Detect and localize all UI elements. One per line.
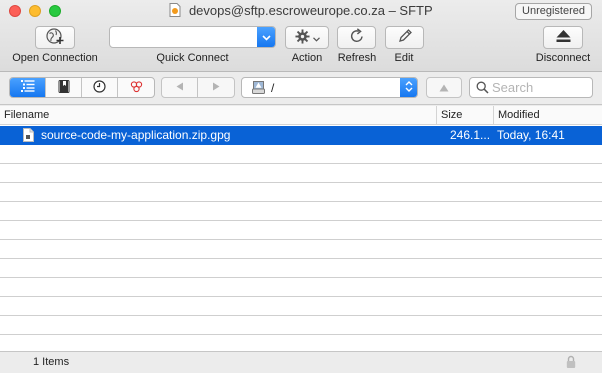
bonjour-view-button[interactable] bbox=[118, 78, 154, 97]
back-button[interactable] bbox=[162, 78, 198, 97]
file-icon bbox=[23, 128, 34, 142]
empty-row bbox=[0, 183, 602, 202]
refresh-button[interactable] bbox=[337, 26, 376, 49]
action-button[interactable] bbox=[285, 26, 329, 49]
empty-row bbox=[0, 240, 602, 259]
path-selector[interactable]: / bbox=[241, 77, 418, 98]
navigation-bar: / bbox=[0, 72, 602, 105]
pencil-icon bbox=[397, 28, 413, 47]
triangle-right-icon bbox=[212, 82, 220, 94]
window-title: devops@sftp.escroweurope.co.za – SFTP bbox=[188, 3, 433, 18]
toolbar: devops@sftp.escroweurope.co.za – SFTP Un… bbox=[0, 0, 602, 72]
column-header-size[interactable]: Size bbox=[436, 106, 493, 125]
search-field[interactable] bbox=[469, 77, 593, 98]
edit-button[interactable] bbox=[385, 26, 424, 49]
empty-row bbox=[0, 278, 602, 297]
disconnect-button[interactable] bbox=[543, 26, 583, 49]
view-mode-segmented-control bbox=[9, 77, 155, 98]
status-bar: 1 Items bbox=[0, 351, 602, 373]
history-icon bbox=[93, 79, 106, 96]
bookmarks-view-button[interactable] bbox=[46, 78, 82, 97]
cell-size: 246.1... bbox=[450, 128, 491, 142]
disk-icon bbox=[252, 81, 265, 97]
up-down-chevron-icon bbox=[405, 80, 413, 95]
search-input[interactable] bbox=[492, 79, 590, 96]
open-connection-button[interactable] bbox=[35, 26, 75, 49]
column-header-modified[interactable]: Modified bbox=[493, 106, 602, 125]
quick-connect-label: Quick Connect bbox=[156, 52, 229, 64]
column-header-filename[interactable]: Filename bbox=[0, 106, 436, 125]
history-navigation bbox=[161, 77, 235, 98]
current-path: / bbox=[271, 81, 275, 95]
edit-label: Edit bbox=[394, 52, 414, 64]
empty-row bbox=[0, 202, 602, 221]
parent-directory-button[interactable] bbox=[426, 77, 462, 98]
sftp-browser-window: devops@sftp.escroweurope.co.za – SFTP Un… bbox=[0, 0, 602, 373]
chevron-down-icon bbox=[312, 31, 320, 45]
action-label: Action bbox=[291, 52, 323, 64]
cell-modified: Today, 16:41 bbox=[497, 128, 565, 142]
open-connection-label: Open Connection bbox=[12, 52, 98, 64]
bookmarks-icon bbox=[58, 79, 70, 96]
cell-filename: source-code-my-application.zip.gpg bbox=[41, 128, 231, 142]
empty-row bbox=[0, 145, 602, 164]
disconnect-label: Disconnect bbox=[535, 52, 591, 64]
search-icon bbox=[476, 81, 489, 97]
lock-icon[interactable] bbox=[566, 355, 576, 372]
eject-icon bbox=[555, 29, 572, 46]
quick-connect-dropdown-button[interactable] bbox=[257, 27, 275, 47]
triangle-left-icon bbox=[176, 82, 184, 94]
window-title-bar: devops@sftp.escroweurope.co.za – SFTP bbox=[0, 3, 602, 20]
globe-plus-icon bbox=[45, 27, 65, 48]
registration-badge[interactable]: Unregistered bbox=[515, 3, 592, 20]
empty-row bbox=[0, 221, 602, 240]
gear-icon bbox=[294, 28, 310, 47]
chevron-down-icon bbox=[261, 30, 271, 44]
empty-row bbox=[0, 259, 602, 278]
document-proxy-icon[interactable] bbox=[169, 3, 181, 20]
history-view-button[interactable] bbox=[82, 78, 118, 97]
browser-view-button[interactable] bbox=[10, 78, 46, 97]
refresh-icon bbox=[349, 28, 365, 47]
empty-row bbox=[0, 335, 602, 351]
table-header: Filename Size Modified bbox=[0, 106, 602, 125]
quick-connect-input[interactable] bbox=[110, 27, 258, 47]
browser-icon bbox=[20, 80, 35, 95]
empty-row bbox=[0, 164, 602, 183]
table-row[interactable]: source-code-my-application.zip.gpg 246.1… bbox=[0, 126, 602, 145]
forward-button[interactable] bbox=[198, 78, 234, 97]
file-browser-table: Filename Size Modified source-code-my-ap… bbox=[0, 106, 602, 351]
refresh-label: Refresh bbox=[337, 52, 377, 64]
item-count: 1 Items bbox=[33, 356, 70, 368]
path-dropdown-button[interactable] bbox=[400, 78, 417, 97]
bonjour-icon bbox=[130, 80, 143, 96]
quick-connect-combo[interactable] bbox=[109, 26, 276, 48]
empty-row bbox=[0, 316, 602, 335]
empty-row bbox=[0, 297, 602, 316]
triangle-up-icon bbox=[439, 81, 449, 95]
